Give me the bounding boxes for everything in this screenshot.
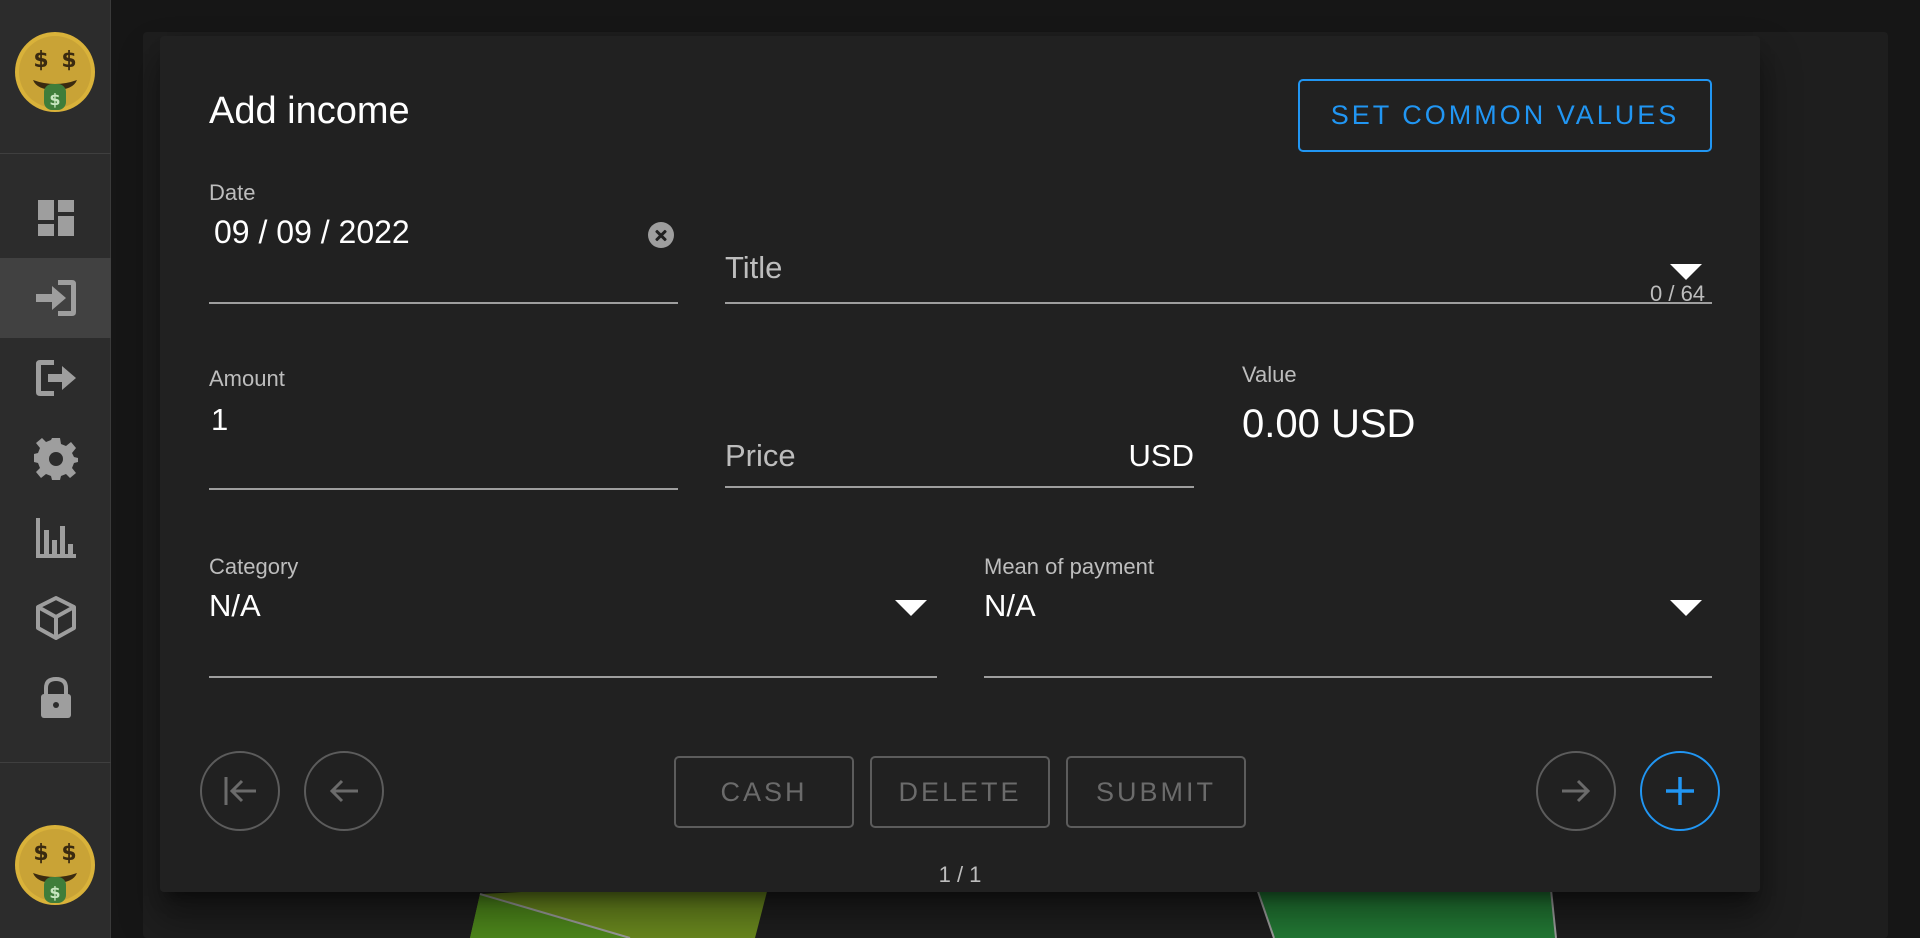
arrow-left-icon [329, 779, 358, 803]
amount-field[interactable]: Amount 1 [209, 366, 678, 492]
value-label: Value [1242, 362, 1297, 387]
category-field[interactable]: Category N/A [209, 554, 937, 680]
date-field[interactable]: Date 09 / 09 / 2022 [209, 180, 678, 306]
category-underline [209, 676, 937, 678]
package-box-icon [35, 596, 76, 640]
logout-icon [35, 360, 76, 396]
value-amount-text: 0.00 USD [1242, 402, 1416, 446]
add-income-dialog: Add income SET COMMON VALUES Date 09 / 0… [160, 36, 1760, 892]
svg-text:$: $ [61, 48, 76, 73]
sidebar-divider [0, 153, 111, 154]
plus-icon [1666, 777, 1694, 805]
value-display-field: Value 0.00 USD [1242, 362, 1712, 492]
title-char-counter: 0 / 64 [1650, 281, 1706, 306]
arrow-right-icon [1562, 779, 1591, 803]
amount-input[interactable]: 1 [211, 402, 228, 438]
price-input-placeholder[interactable]: Price [725, 438, 796, 474]
sidebar-divider [0, 762, 111, 763]
mean-of-payment-dropdown-caret-icon[interactable] [1670, 600, 1702, 616]
sidebar-item-settings[interactable] [0, 418, 111, 498]
title-dropdown-caret-icon[interactable] [1670, 264, 1702, 280]
date-underline [209, 302, 678, 304]
cash-button[interactable]: CASH [674, 756, 854, 828]
svg-text:$: $ [49, 883, 60, 902]
dialog-title: Add income [209, 90, 410, 132]
sidebar-item-dashboard[interactable] [0, 178, 111, 258]
clear-date-icon[interactable] [648, 222, 674, 248]
submit-button[interactable]: SUBMIT [1066, 756, 1246, 828]
svg-text:$: $ [33, 48, 48, 73]
money-mouth-face-icon: $ $ $ [15, 825, 95, 905]
set-common-values-button[interactable]: SET COMMON VALUES [1298, 79, 1712, 152]
delete-button[interactable]: DELETE [870, 756, 1050, 828]
next-button[interactable] [1536, 751, 1616, 831]
svg-text:$: $ [61, 841, 76, 866]
gear-icon [33, 438, 78, 480]
first-page-button[interactable] [200, 751, 280, 831]
category-label: Category [209, 554, 299, 579]
svg-text:$: $ [33, 841, 48, 866]
svg-text:$: $ [49, 90, 60, 109]
category-select-value[interactable]: N/A [209, 588, 261, 624]
date-input[interactable]: 09 / 09 / 2022 [214, 214, 410, 251]
lock-icon [40, 676, 71, 718]
date-label: Date [209, 180, 256, 205]
login-icon [35, 280, 76, 316]
first-page-icon [224, 777, 256, 805]
title-input-placeholder[interactable]: Title [725, 250, 782, 286]
mean-of-payment-underline [984, 676, 1712, 678]
sidebar-item-expense[interactable] [0, 338, 111, 418]
dashboard-icon [37, 200, 74, 236]
bar-chart-icon [35, 518, 76, 558]
add-button[interactable] [1640, 751, 1720, 831]
sidebar: $ $ $ $ $ $ [0, 0, 111, 938]
pagination-indicator: 1 / 1 [938, 862, 982, 887]
price-field[interactable]: Price USD [725, 366, 1194, 492]
sidebar-item-statistics[interactable] [0, 498, 111, 578]
mean-of-payment-select-value[interactable]: N/A [984, 588, 1036, 624]
title-underline [725, 302, 1712, 304]
mean-of-payment-label: Mean of payment [984, 554, 1154, 579]
money-mouth-face-icon[interactable]: $ $ $ [15, 32, 95, 112]
previous-button[interactable] [304, 751, 384, 831]
mean-of-payment-field[interactable]: Mean of payment N/A [984, 554, 1712, 680]
amount-underline [209, 488, 678, 490]
sidebar-item-packages[interactable] [0, 578, 111, 658]
title-field[interactable]: Title [725, 180, 1712, 310]
sidebar-item-income[interactable] [0, 258, 111, 338]
category-dropdown-caret-icon[interactable] [895, 600, 927, 616]
price-underline [725, 486, 1194, 488]
price-currency-suffix: USD [1128, 438, 1194, 473]
sidebar-item-lock[interactable] [0, 658, 111, 738]
amount-label: Amount [209, 366, 285, 391]
